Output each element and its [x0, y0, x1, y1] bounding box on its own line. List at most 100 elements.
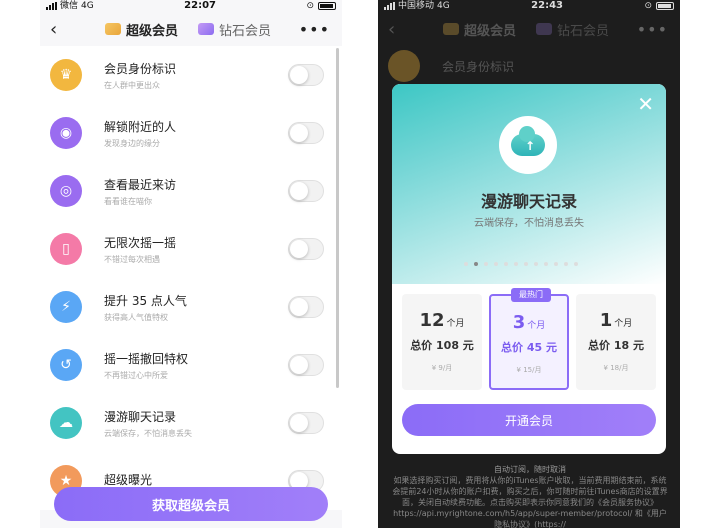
tab-diamond-member-label: 钻石会员 — [219, 23, 272, 39]
disclaimer-body[interactable]: 如果选择购买订阅，费用将从你的iTunes账户收取，当前费用期结束前，系统会提前… — [390, 475, 670, 528]
undo-icon: ↺ — [50, 349, 82, 381]
lightning-icon: ⚡ — [50, 291, 82, 323]
diamond-icon — [198, 23, 215, 35]
lock-rotation-icon: ⊙ — [644, 1, 652, 11]
close-icon[interactable]: ✕ — [637, 94, 654, 114]
tab-diamond-member[interactable]: 钻石会员 — [198, 20, 271, 39]
back-icon[interactable]: ‹ — [388, 19, 408, 40]
phone-shake-icon: ▯ — [50, 233, 82, 265]
feature-subtitle: 不再错过心中所爱 — [104, 370, 168, 380]
crown-badge-icon — [105, 23, 121, 35]
plan-options: 12 个月 总价 108 元 ¥ 9/月 最热门 3 个月 总价 45 元 ¥ 15… — [402, 288, 656, 390]
feature-title: 超级曝光 — [104, 473, 153, 487]
more-icon[interactable]: ••• — [299, 20, 330, 39]
modal-header-gradient — [392, 84, 666, 284]
plan-per-month: ¥ 15/月 — [516, 366, 542, 374]
feature-subtitle: 获得高人气值特权 — [104, 312, 168, 322]
diamond-icon — [536, 23, 553, 35]
auto-renew-note: 自动订阅，随时取消 — [494, 465, 566, 474]
feature-title: 漫游聊天记录 — [104, 409, 177, 424]
tab-super-member-label: 超级会员 — [464, 23, 517, 39]
feature-toggle[interactable] — [288, 180, 324, 202]
feature-row: ◎ 查看最近来访看看谁在喵你 — [40, 162, 342, 220]
scrollbar[interactable] — [336, 48, 339, 388]
network-label: 4G — [437, 1, 450, 11]
plan-per-month: ¥ 9/月 — [431, 364, 453, 372]
feature-row: ☁ 漫游聊天记录云端保存，不怕消息丢失 — [40, 394, 342, 452]
plan-total: 总价 45 元 — [501, 341, 557, 354]
crown-icon: ♛ — [50, 59, 82, 91]
carrier-label: 微信 — [60, 1, 79, 11]
more-icon[interactable]: ••• — [637, 20, 668, 39]
screenshot-stage: 微信 4G 22:07 ⊙ ‹ 超级会员 钻石会员 ••• ♛ 会员身份标识 在… — [0, 0, 720, 528]
feature-subtitle: 在人群中更出众 — [104, 80, 160, 90]
feature-subtitle: 发现身边的缘分 — [104, 138, 160, 148]
feature-row: ♛ 会员身份标识在人群中更出众 — [40, 46, 342, 104]
feature-title: 解锁附近的人 — [104, 119, 177, 134]
purchase-modal: ✕ ↑ 漫游聊天记录 云端保存，不怕消息丢失 12 个月 总价 108 元 ¥ 9… — [392, 84, 666, 454]
clock: 22:07 — [184, 0, 216, 11]
eye-icon: ◎ — [50, 175, 82, 207]
carrier-label: 中国移动 — [398, 1, 435, 11]
feature-toggle[interactable] — [288, 64, 324, 86]
feature-row: ⚡ 提升 35 点人气获得高人气值特权 — [40, 278, 342, 336]
back-icon[interactable]: ‹ — [50, 19, 70, 40]
modal-title: 漫游聊天记录 — [480, 192, 577, 211]
cloud-upload-icon: ☁ — [50, 407, 82, 439]
carousel-dots[interactable] — [464, 262, 578, 266]
feature-title: 无限次摇一摇 — [104, 235, 177, 250]
feature-row: ◉ 解锁附近的人发现身边的缘分 — [40, 104, 342, 162]
feature-title: 摇一摇撤回特权 — [104, 351, 189, 366]
right-phone-screen: 中国移动 4G 22:43 ⊙ ‹ 超级会员 钻石会员 ••• 会员身份标识 ✕… — [378, 0, 680, 528]
list-item-title: 会员身份标识 — [442, 59, 515, 74]
status-bar: 中国移动 4G 22:43 ⊙ — [378, 0, 680, 12]
top-nav: ‹ 超级会员 钻石会员 ••• — [378, 12, 680, 46]
plan-unit: 个月 — [527, 321, 546, 331]
plan-months: 3 — [512, 312, 526, 333]
network-label: 4G — [81, 1, 94, 11]
tab-diamond-member[interactable]: 钻石会员 — [536, 20, 609, 39]
feature-toggle[interactable] — [288, 296, 324, 318]
plan-unit: 个月 — [614, 319, 633, 329]
list-item: 会员身份标识 — [378, 46, 680, 86]
signal-icon — [46, 2, 57, 10]
signal-icon — [384, 2, 395, 10]
feature-subtitle: 看看谁在喵你 — [104, 196, 152, 206]
plan-months: 12 — [419, 310, 445, 331]
plan-1-month[interactable]: 1 个月 总价 18 元 ¥ 18/月 — [576, 294, 656, 390]
feature-toggle[interactable] — [288, 238, 324, 260]
top-nav: ‹ 超级会员 钻石会员 ••• — [40, 12, 342, 46]
feature-title: 查看最近来访 — [104, 177, 177, 192]
feature-subtitle: 云端保存，不怕消息丢失 — [104, 428, 192, 438]
plan-3-months[interactable]: 最热门 3 个月 总价 45 元 ¥ 15/月 — [489, 288, 569, 390]
modal-subtitle: 云端保存，不怕消息丢失 — [474, 218, 584, 229]
plan-unit: 个月 — [446, 319, 465, 329]
feature-toggle[interactable] — [288, 412, 324, 434]
feature-toggle[interactable] — [288, 354, 324, 376]
tab-super-member-label: 超级会员 — [126, 23, 179, 39]
hot-badge: 最热门 — [511, 288, 551, 302]
status-bar: 微信 4G 22:07 ⊙ — [40, 0, 342, 12]
tab-super-member[interactable]: 超级会员 — [105, 20, 178, 39]
feature-title: 会员身份标识 — [104, 61, 177, 76]
crown-icon — [388, 50, 420, 82]
plan-total: 总价 18 元 — [588, 339, 644, 352]
battery-icon — [317, 2, 336, 10]
lock-rotation-icon: ⊙ — [306, 1, 314, 11]
cloud-upload-icon: ↑ — [499, 116, 557, 174]
plan-total: 总价 108 元 — [410, 339, 474, 352]
feature-row: ▯ 无限次摇一摇 不错过每次相遇 — [40, 220, 342, 278]
get-super-member-button[interactable]: 获取超级会员 — [54, 487, 328, 521]
plan-per-month: ¥ 18/月 — [603, 364, 629, 372]
tab-diamond-member-label: 钻石会员 — [557, 23, 610, 39]
location-pin-icon: ◉ — [50, 117, 82, 149]
plan-12-months[interactable]: 12 个月 总价 108 元 ¥ 9/月 — [402, 294, 482, 390]
clock: 22:43 — [531, 0, 563, 11]
open-membership-button[interactable]: 开通会员 — [402, 404, 656, 436]
feature-title: 提升 35 点人气 — [104, 293, 187, 308]
subscription-disclaimer: 自动订阅，随时取消 如果选择购买订阅，费用将从你的iTunes账户收取，当前费用… — [390, 464, 670, 528]
feature-toggle[interactable] — [288, 122, 324, 144]
feature-list: ♛ 会员身份标识在人群中更出众 ◉ 解锁附近的人发现身边的缘分 ◎ 查看最近来访看看谁在喵… — [40, 46, 342, 510]
plan-months: 1 — [599, 310, 613, 331]
tab-super-member[interactable]: 超级会员 — [443, 20, 516, 39]
